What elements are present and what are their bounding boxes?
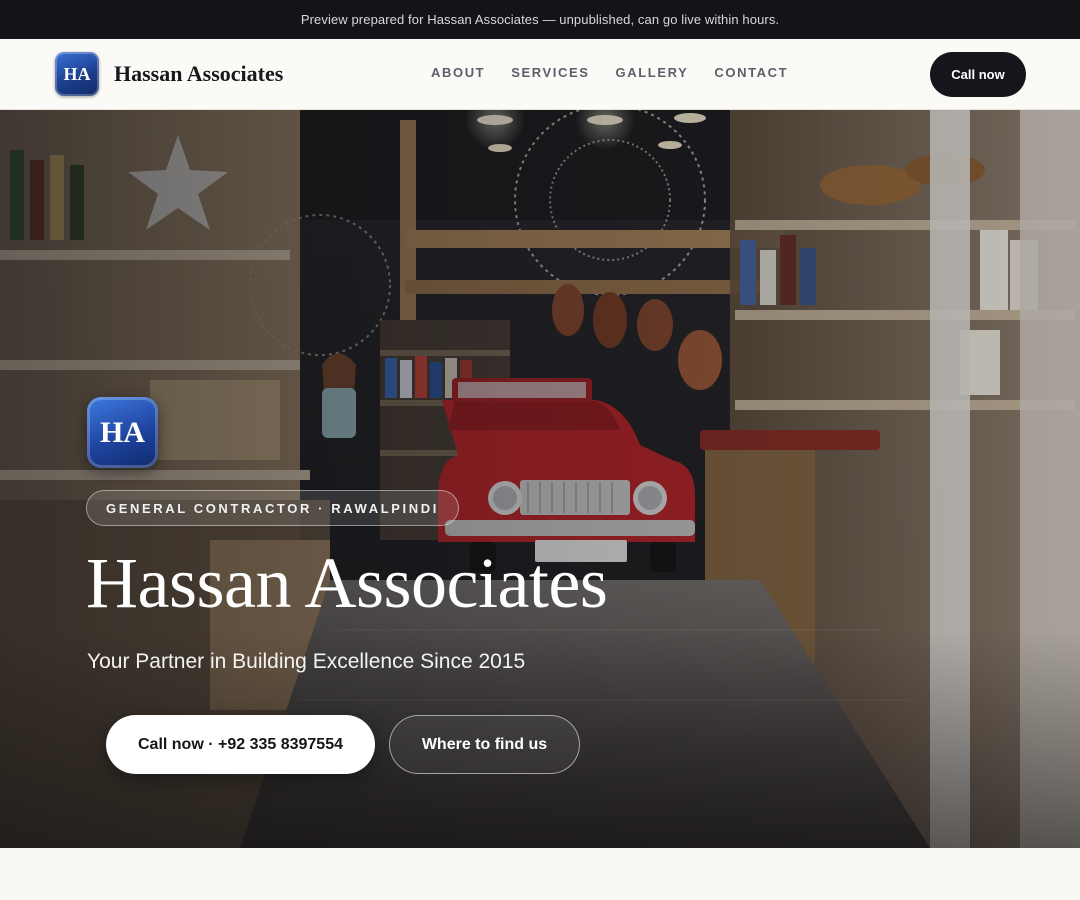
call-now-phone-label: Call now · +92 335 8397554 bbox=[137, 735, 343, 753]
brand-name: Hassan Associates bbox=[114, 61, 284, 86]
preview-banner: Preview prepared for Hassan Associates —… bbox=[0, 0, 1080, 39]
where-to-find-us-button[interactable]: Where to find us bbox=[389, 715, 580, 774]
hero-title: Hassan Associates bbox=[86, 543, 608, 623]
main-nav: ABOUT SERVICES GALLERY CONTACT bbox=[431, 65, 814, 80]
logo-text: HA bbox=[63, 63, 91, 84]
header-call-label: Call now bbox=[951, 67, 1005, 82]
header-call-button[interactable]: Call now bbox=[930, 52, 1026, 97]
nav-gallery[interactable]: GALLERY bbox=[616, 65, 689, 80]
category-location-text: GENERAL CONTRACTOR · RAWALPINDI bbox=[106, 500, 439, 516]
hero-logo-text: HA bbox=[100, 415, 145, 449]
nav-about[interactable]: ABOUT bbox=[431, 65, 485, 80]
hero-logo-badge: HA bbox=[87, 397, 158, 468]
brand[interactable]: HA Hassan Associates bbox=[55, 52, 283, 96]
nav-services[interactable]: SERVICES bbox=[511, 65, 589, 80]
next-section-start bbox=[0, 848, 1080, 900]
site-header: HA Hassan Associates ABOUT SERVICES GALL… bbox=[0, 39, 1080, 110]
nav-contact[interactable]: CONTACT bbox=[714, 65, 788, 80]
where-to-find-us-label: Where to find us bbox=[421, 735, 548, 753]
call-now-phone-button[interactable]: Call now · +92 335 8397554 bbox=[106, 715, 375, 774]
logo-badge: HA bbox=[55, 52, 99, 96]
category-location-tag: GENERAL CONTRACTOR · RAWALPINDI bbox=[86, 490, 459, 526]
hero-section: HA GENERAL CONTRACTOR · RAWALPINDI Hassa… bbox=[0, 110, 1080, 848]
preview-banner-text: Preview prepared for Hassan Associates —… bbox=[300, 12, 780, 27]
hero-subtitle: Your Partner in Building Excellence Sinc… bbox=[87, 650, 526, 673]
